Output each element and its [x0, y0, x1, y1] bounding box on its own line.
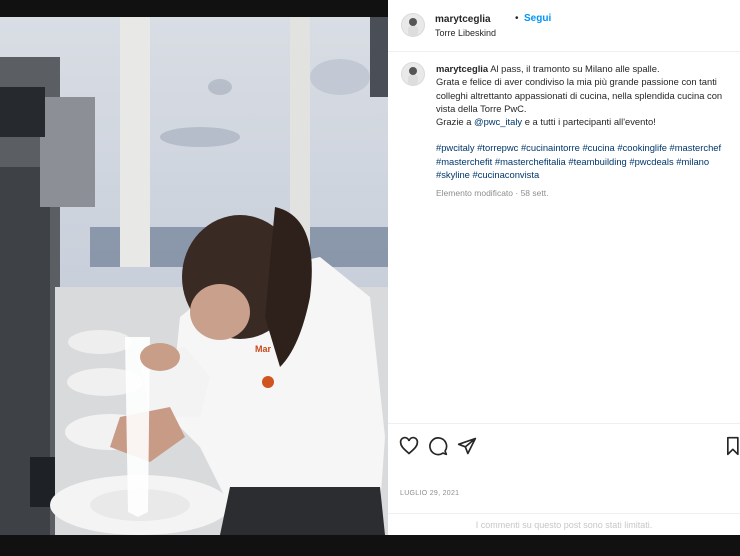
follow-button[interactable]: Segui	[524, 13, 551, 24]
caption-line-2: Grata e felice di aver condiviso la mia …	[436, 76, 723, 114]
hashtag-link[interactable]: #masterchef	[670, 142, 722, 153]
bottom-black-bar	[0, 535, 740, 556]
hashtag-link[interactable]: #torrepwc	[477, 142, 518, 153]
svg-text:Mar: Mar	[255, 344, 272, 354]
heart-icon[interactable]	[399, 436, 419, 456]
share-icon[interactable]	[457, 436, 477, 456]
post-header: marytceglia • Segui Torre Libeskind	[388, 0, 740, 52]
hashtag-link[interactable]: #milano	[676, 156, 709, 167]
hashtag-link[interactable]: #cucinaintorre	[521, 142, 580, 153]
hashtag-link[interactable]: #cucina	[582, 142, 614, 153]
comments-limited-notice: I commenti su questo post sono stati lim…	[388, 513, 740, 536]
caption-text: marytceglia Al pass, il tramonto su Mila…	[436, 62, 731, 201]
hashtag-list: #pwcitaly #torrepwc #cucinaintorre #cuci…	[436, 141, 731, 181]
bookmark-icon[interactable]	[725, 436, 739, 456]
hashtag-link[interactable]: #masterchefit	[436, 156, 492, 167]
action-bar	[388, 423, 740, 468]
hashtag-link[interactable]: #pwcdeals	[629, 156, 673, 167]
caption-avatar[interactable]	[401, 62, 425, 86]
avatar[interactable]	[401, 13, 425, 37]
caption-line-3-post: e a tutti i partecipanti all'evento!	[522, 116, 656, 128]
post-date: LUGLIO 29, 2021	[400, 490, 460, 497]
top-black-bar	[0, 0, 388, 17]
caption-line-3-pre: Grazie a	[436, 116, 475, 128]
separator-dot: •	[515, 13, 519, 24]
chef-plating-photo: Mar	[0, 17, 388, 535]
mention-link[interactable]: @pwc_italy	[474, 116, 522, 127]
caption-username[interactable]: marytceglia	[436, 63, 488, 74]
instagram-post-view: Mar marytceglia • Segui Torre Libeskind …	[0, 0, 740, 556]
hashtag-link[interactable]: #cucinaconvista	[472, 169, 539, 180]
caption-line-1: Al pass, il tramonto su Milano alle spal…	[490, 63, 660, 74]
hashtag-link[interactable]: #skyline	[436, 169, 470, 180]
location-link[interactable]: Torre Libeskind	[435, 28, 496, 38]
hashtag-link[interactable]: #masterchefitalia	[495, 156, 566, 167]
hashtag-link[interactable]: #cookinglife	[617, 142, 667, 153]
post-photo[interactable]: Mar	[0, 17, 388, 535]
hashtag-link[interactable]: #teambuilding	[568, 156, 626, 167]
post-side-panel: marytceglia • Segui Torre Libeskind mary…	[388, 0, 740, 535]
comment-icon[interactable]	[428, 436, 448, 456]
edited-timestamp: Elemento modificato · 58 sett.	[436, 188, 549, 199]
header-username[interactable]: marytceglia	[435, 14, 491, 25]
hashtag-link[interactable]: #pwcitaly	[436, 142, 475, 153]
